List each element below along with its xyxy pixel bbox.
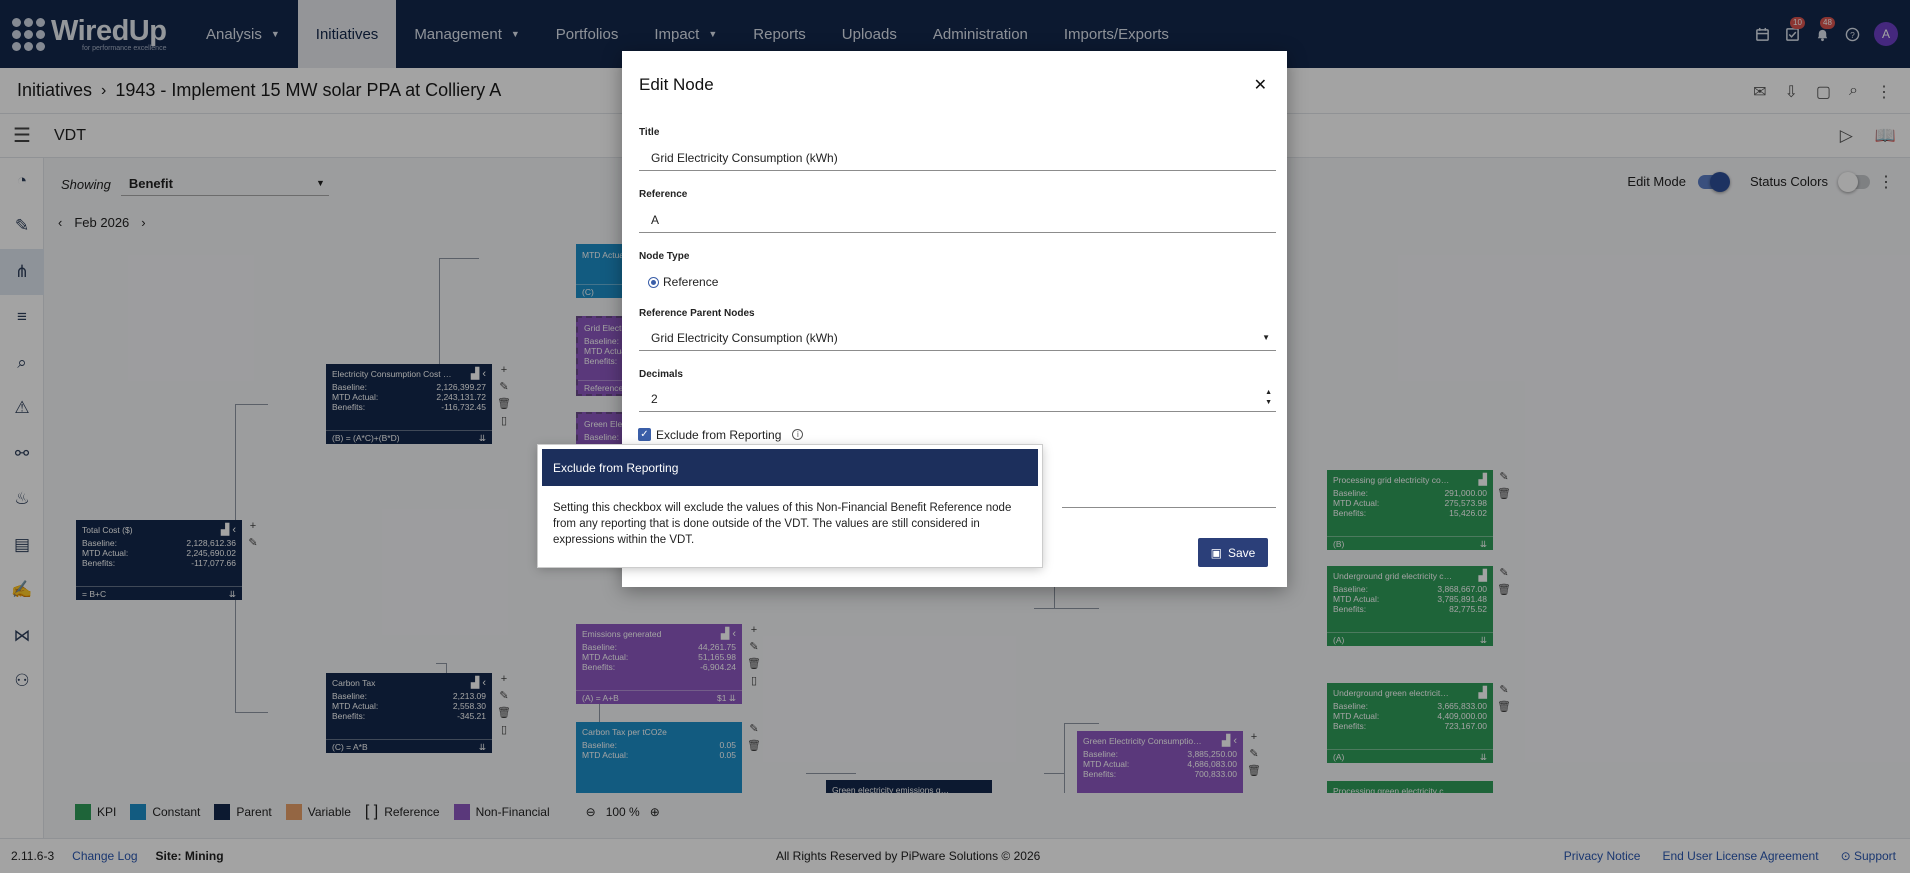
title-field[interactable]: Grid Electricity Consumption (kWh) [639, 145, 1276, 171]
popover-title: Exclude from Reporting [542, 449, 1038, 486]
reference-label: Reference [639, 189, 688, 200]
close-icon[interactable]: ✕ [1254, 75, 1267, 95]
decimals-stepper[interactable]: 2 ▲ ▼ [639, 386, 1276, 412]
help-popover: Exclude from Reporting Setting this chec… [537, 444, 1043, 568]
save-icon: ▣ [1210, 545, 1222, 560]
node-type-label: Node Type [639, 251, 690, 262]
exclude-from-reporting-checkbox[interactable]: ✓ Exclude from Reporting i [623, 421, 805, 448]
save-button[interactable]: ▣ Save [1198, 538, 1268, 567]
radio-selected-icon [648, 276, 659, 288]
dialog-title: Edit Node [639, 75, 714, 94]
node-type-radio-reference[interactable]: Reference [648, 275, 718, 289]
hidden-field-underline [1062, 507, 1276, 508]
parent-nodes-select[interactable]: Grid Electricity Consumption (kWh) ▼ [639, 325, 1276, 351]
checkbox-checked-icon[interactable]: ✓ [638, 428, 651, 441]
title-label: Title [639, 127, 660, 138]
parent-nodes-label: Reference Parent Nodes [639, 308, 755, 319]
decimals-label: Decimals [639, 369, 683, 380]
stepper-arrows-icon[interactable]: ▲ ▼ [1265, 388, 1272, 408]
reference-field[interactable]: A [639, 207, 1276, 233]
popover-body: Setting this checkbox will exclude the v… [553, 502, 1012, 546]
caret-down-icon: ▼ [1262, 333, 1270, 342]
info-icon[interactable]: i [792, 429, 804, 440]
